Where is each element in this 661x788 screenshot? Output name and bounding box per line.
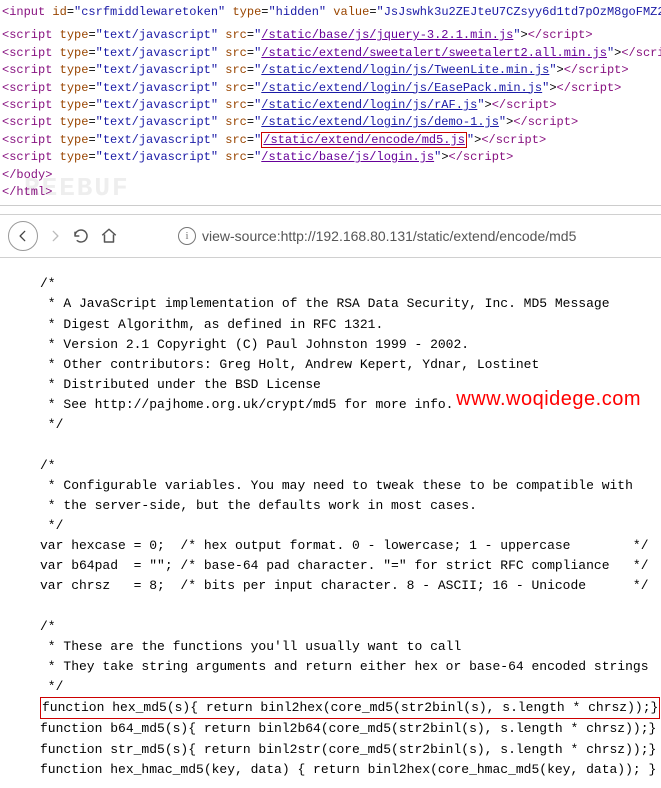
code-line: function str_md5(s){ return binl2str(cor… bbox=[40, 740, 653, 760]
code-line: * Other contributors: Greg Holt, Andrew … bbox=[40, 355, 653, 375]
attr-val-id: "csrfmiddlewaretoken" bbox=[74, 5, 225, 19]
source-line-script: <script type="text/javascript" src="/sta… bbox=[2, 80, 659, 97]
attr-value: value bbox=[333, 5, 369, 19]
code-line: /* bbox=[40, 617, 653, 637]
code-line: * Configurable variables. You may need t… bbox=[40, 476, 653, 496]
info-icon[interactable]: i bbox=[178, 227, 196, 245]
forward-button[interactable] bbox=[48, 229, 62, 243]
attr-val-type: "hidden" bbox=[268, 5, 326, 19]
source-link[interactable]: /static/extend/login/js/demo-1.js bbox=[261, 115, 499, 129]
code-line: */ bbox=[40, 677, 653, 697]
code-line: * See http://pajhome.org.uk/crypt/md5 fo… bbox=[40, 395, 653, 415]
source-link[interactable]: /static/extend/login/js/TweenLite.min.js bbox=[261, 63, 549, 77]
source-line-html-close: </html> bbox=[2, 184, 659, 201]
code-line: * They take string arguments and return … bbox=[40, 657, 653, 677]
home-button[interactable] bbox=[100, 227, 118, 245]
code-line: * Distributed under the BSD License bbox=[40, 375, 653, 395]
code-line: */ bbox=[40, 415, 653, 435]
source-link[interactable]: /static/base/js/jquery-3.2.1.min.js bbox=[261, 28, 513, 42]
code-line: /* bbox=[40, 274, 653, 294]
source-line-input: <input id="csrfmiddlewaretoken" type="hi… bbox=[2, 4, 659, 21]
arrow-left-icon bbox=[16, 229, 30, 243]
back-button[interactable] bbox=[8, 221, 38, 251]
code-line: var chrsz = 8; /* bits per input charact… bbox=[40, 576, 653, 596]
lower-source-panel: www.woqidege.com /* * A JavaScript imple… bbox=[0, 258, 661, 788]
attr-type: type bbox=[232, 5, 261, 19]
source-line-script: <script type="text/javascript" src="/sta… bbox=[2, 97, 659, 114]
reload-button[interactable] bbox=[72, 227, 90, 245]
source-link[interactable]: /static/extend/encode/md5.js bbox=[261, 132, 467, 148]
source-line-script: <script type="text/javascript" src="/sta… bbox=[2, 114, 659, 131]
code-line: function b64_md5(s){ return binl2b64(cor… bbox=[40, 719, 653, 739]
source-link[interactable]: /static/base/js/login.js bbox=[261, 150, 434, 164]
tag-open: <input bbox=[2, 5, 45, 19]
url-bar[interactable]: i view-source:http://192.168.80.131/stat… bbox=[178, 227, 653, 245]
source-line-script: <script type="text/javascript" src="/sta… bbox=[2, 27, 659, 44]
source-line-script: <script type="text/javascript" src="/sta… bbox=[2, 62, 659, 79]
code-line-highlighted: function hex_md5(s){ return binl2hex(cor… bbox=[40, 697, 653, 719]
code-line: * These are the functions you'll usually… bbox=[40, 637, 653, 657]
code-line: */ bbox=[40, 516, 653, 536]
code-line: * A JavaScript implementation of the RSA… bbox=[40, 294, 653, 314]
code-line: var hexcase = 0; /* hex output format. 0… bbox=[40, 536, 653, 556]
arrow-right-icon bbox=[48, 229, 62, 243]
code-line bbox=[40, 435, 653, 455]
code-line: * Version 2.1 Copyright (C) Paul Johnsto… bbox=[40, 335, 653, 355]
code-line: function hex_hmac_md5(key, data) { retur… bbox=[40, 760, 653, 780]
attr-val-value: "JsJswhk3u2ZEJteU7CZsyy6d1td7pOzM8goFMZ2… bbox=[377, 5, 661, 19]
browser-nav-bar: i view-source:http://192.168.80.131/stat… bbox=[0, 214, 661, 258]
home-icon bbox=[100, 227, 118, 245]
source-line-body-close: </body> bbox=[2, 167, 659, 184]
nav-button-group bbox=[8, 221, 118, 251]
source-line-script: <script type="text/javascript" src="/sta… bbox=[2, 45, 659, 62]
reload-icon bbox=[72, 227, 90, 245]
source-link[interactable]: /static/extend/login/js/rAF.js bbox=[261, 98, 477, 112]
code-line: * Digest Algorithm, as defined in RFC 13… bbox=[40, 315, 653, 335]
code-line: var b64pad = ""; /* base-64 pad characte… bbox=[40, 556, 653, 576]
source-line-script: <script type="text/javascript" src="/sta… bbox=[2, 132, 659, 149]
attr-id: id bbox=[52, 5, 66, 19]
source-link[interactable]: /static/extend/sweetalert/sweetalert2.al… bbox=[261, 46, 607, 60]
source-link[interactable]: /static/extend/login/js/EasePack.min.js bbox=[261, 81, 542, 95]
url-text: view-source:http://192.168.80.131/static… bbox=[202, 228, 576, 244]
source-line-script: <script type="text/javascript" src="/sta… bbox=[2, 149, 659, 166]
upper-source-panel: REEBUF <input id="csrfmiddlewaretoken" t… bbox=[0, 0, 661, 206]
code-line: /* bbox=[40, 456, 653, 476]
code-line: * the server-side, but the defaults work… bbox=[40, 496, 653, 516]
hex-md5-function: function hex_md5(s){ return binl2hex(cor… bbox=[40, 697, 660, 719]
